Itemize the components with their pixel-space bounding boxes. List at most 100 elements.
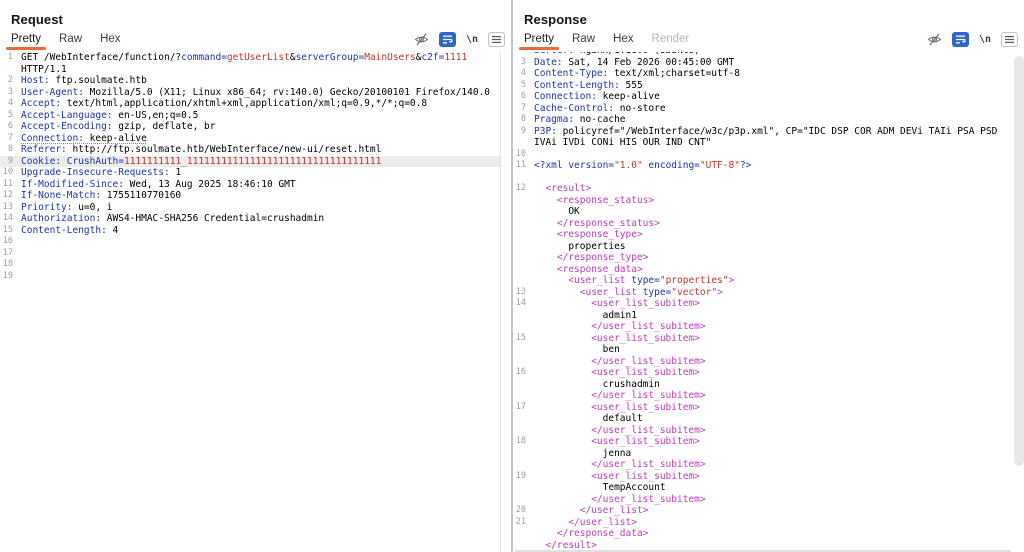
editor-menu-button[interactable] — [1001, 32, 1018, 47]
line-number: 11 — [0, 179, 15, 191]
code-line[interactable]: 10 — [513, 149, 1013, 161]
request-pane: Request Pretty Raw Hex — [0, 0, 511, 552]
line-number: 12 — [0, 190, 15, 202]
line-number: 13 — [513, 287, 528, 299]
line-content — [528, 172, 1013, 184]
code-line[interactable]: 14 <user_list_subitem> admin1 </user_lis… — [513, 298, 1013, 333]
line-content: Authorization: AWS4-HMAC-SHA256 Credenti… — [15, 213, 500, 225]
line-content: <user_list_subitem> jenna </user_list_su… — [528, 436, 1013, 471]
code-line[interactable]: 7Cache-Control: no-store — [513, 103, 1013, 115]
code-line[interactable]: 12If-None-Match: 1755110770160 — [0, 190, 500, 202]
code-line[interactable]: 19 — [0, 271, 500, 283]
code-line[interactable]: 14Authorization: AWS4-HMAC-SHA256 Creden… — [0, 213, 500, 225]
line-content — [15, 259, 500, 271]
code-line[interactable]: 4Accept: text/html,application/xhtml+xml… — [0, 98, 500, 110]
code-line[interactable]: 17 — [0, 248, 500, 260]
code-line[interactable]: 8Pragma: no-cache — [513, 114, 1013, 126]
code-line[interactable]: 15 <user_list_subitem> ben </user_list_s… — [513, 333, 1013, 368]
code-line[interactable]: 11If-Modified-Since: Wed, 13 Aug 2025 18… — [0, 179, 500, 191]
line-number: 18 — [513, 436, 528, 471]
code-line[interactable]: 7Connection: keep-alive — [0, 133, 500, 145]
code-line[interactable]: 5Content-Length: 555 — [513, 80, 1013, 92]
response-tabs: Pretty Raw Hex Render \n — [513, 29, 1024, 50]
line-content: <user_list_subitem> default </user_list_… — [528, 402, 1013, 437]
code-line[interactable]: 17 <user_list_subitem> default </user_li… — [513, 402, 1013, 437]
code-line[interactable]: 6Accept-Encoding: gzip, deflate, br — [0, 121, 500, 133]
show-newlines-button[interactable]: \n — [979, 34, 991, 45]
show-newlines-button[interactable]: \n — [466, 34, 478, 45]
line-number: 18 — [0, 259, 15, 271]
line-content: </user_list> </response_data> </result> — [528, 517, 1013, 552]
request-editor[interactable]: 1GET /WebInterface/function/?command=get… — [0, 52, 500, 552]
code-line[interactable]: 12 <result> <response_status> OK </respo… — [513, 183, 1013, 287]
line-number: 20 — [513, 505, 528, 517]
code-line[interactable]: 11<?xml version="1.0" encoding="UTF-8"?> — [513, 160, 1013, 172]
line-number: 17 — [513, 402, 528, 437]
code-line[interactable]: 18 <user_list_subitem> jenna </user_list… — [513, 436, 1013, 471]
line-number: 3 — [513, 57, 528, 69]
line-content: <user_list type="vector"> — [528, 287, 1013, 299]
line-number: 2 — [0, 75, 15, 87]
code-line[interactable]: 9Cookie: CrushAuth=1111111111_1111111111… — [0, 156, 500, 168]
code-line[interactable]: 16 <user_list_subitem> crushadmin </user… — [513, 367, 1013, 402]
code-line[interactable]: 3Date: Sat, 14 Feb 2026 00:45:00 GMT — [513, 57, 1013, 69]
code-line[interactable]: 9P3P: policyref="/WebInterface/w3c/p3p.x… — [513, 126, 1013, 149]
response-scrollbar-thumb[interactable] — [1014, 56, 1024, 466]
code-line[interactable]: 10Upgrade-Insecure-Requests: 1 — [0, 167, 500, 179]
code-line[interactable] — [513, 172, 1013, 184]
tab-hex[interactable]: Hex — [608, 30, 638, 50]
code-line[interactable]: 13Priority: u=0, i — [0, 202, 500, 214]
line-number: 6 — [0, 121, 15, 133]
line-content: Connection: keep-alive — [528, 91, 1013, 103]
line-number: 3 — [0, 87, 15, 99]
code-line[interactable]: 18 — [0, 259, 500, 271]
request-editor-content: 1GET /WebInterface/function/?command=get… — [0, 52, 500, 282]
soft-wrap-button[interactable] — [439, 32, 456, 47]
response-editor[interactable]: 2Server: nginx/1.18.0 (Ubuntu)3Date: Sat… — [513, 52, 1013, 552]
request-editor-edge — [500, 52, 501, 552]
line-number: 7 — [0, 133, 15, 145]
line-number: 8 — [0, 144, 15, 156]
soft-wrap-button[interactable] — [952, 32, 969, 47]
tab-raw[interactable]: Raw — [54, 30, 87, 50]
editor-menu-button[interactable] — [488, 32, 505, 47]
line-number: 10 — [0, 167, 15, 179]
line-number: 16 — [0, 236, 15, 248]
tab-hex[interactable]: Hex — [95, 30, 125, 50]
request-tabs: Pretty Raw Hex \n — [0, 29, 511, 50]
line-content: Cache-Control: no-store — [528, 103, 1013, 115]
line-number: 17 — [0, 248, 15, 260]
line-number: 4 — [513, 68, 528, 80]
code-line[interactable]: 1GET /WebInterface/function/?command=get… — [0, 52, 500, 75]
code-line[interactable]: 4Content-Type: text/xml;charset=utf-8 — [513, 68, 1013, 80]
line-number — [513, 172, 528, 184]
hide-nonprinting-button[interactable] — [927, 33, 942, 46]
line-number: 21 — [513, 517, 528, 552]
tab-pretty[interactable]: Pretty — [519, 30, 559, 50]
code-line[interactable]: 6Connection: keep-alive — [513, 91, 1013, 103]
code-line[interactable]: 19 <user_list_subitem> TempAccount </use… — [513, 471, 1013, 506]
line-content: <result> <response_status> OK </response… — [528, 183, 1013, 287]
line-content: Referer: http://ftp.soulmate.htb/WebInte… — [15, 144, 500, 156]
menu-icon — [492, 36, 501, 43]
line-number: 14 — [0, 213, 15, 225]
line-content: If-Modified-Since: Wed, 13 Aug 2025 18:4… — [15, 179, 500, 191]
code-line[interactable]: 16 — [0, 236, 500, 248]
code-line[interactable]: 13 <user_list type="vector"> — [513, 287, 1013, 299]
code-line[interactable]: 2Host: ftp.soulmate.htb — [0, 75, 500, 87]
code-line[interactable]: 20 </user_list> — [513, 505, 1013, 517]
code-line[interactable]: 21 </user_list> </response_data> </resul… — [513, 517, 1013, 552]
tab-render: Render — [647, 30, 695, 50]
tab-raw[interactable]: Raw — [567, 30, 600, 50]
tab-pretty[interactable]: Pretty — [6, 30, 46, 50]
code-line[interactable]: 3User-Agent: Mozilla/5.0 (X11; Linux x86… — [0, 87, 500, 99]
line-content: Date: Sat, 14 Feb 2026 00:45:00 GMT — [528, 57, 1013, 69]
code-line[interactable]: 5Accept-Language: en-US,en;q=0.5 — [0, 110, 500, 122]
line-content: Accept-Encoding: gzip, deflate, br — [15, 121, 500, 133]
line-number: 9 — [0, 156, 15, 168]
hide-nonprinting-button[interactable] — [414, 33, 429, 46]
line-content: <user_list_subitem> admin1 </user_list_s… — [528, 298, 1013, 333]
code-line[interactable]: 15Content-Length: 4 — [0, 225, 500, 237]
code-line[interactable]: 8Referer: http://ftp.soulmate.htb/WebInt… — [0, 144, 500, 156]
line-number: 5 — [0, 110, 15, 122]
